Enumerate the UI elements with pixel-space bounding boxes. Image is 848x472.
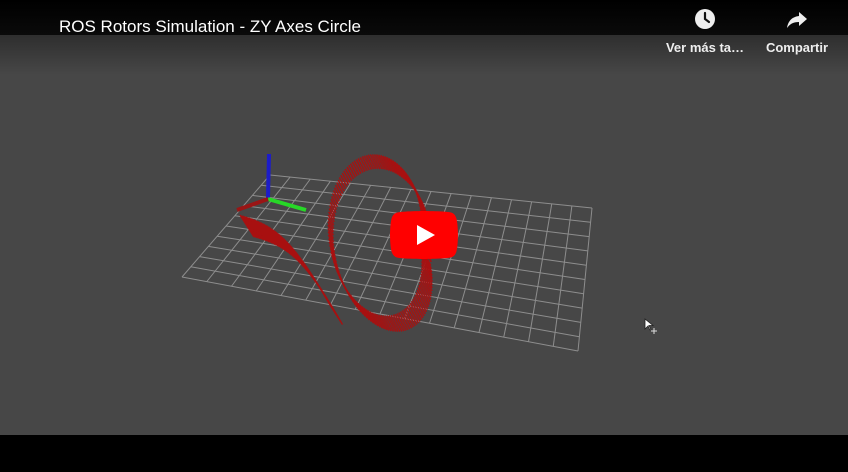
mouse-cursor-icon	[644, 318, 657, 334]
z-axis	[266, 153, 271, 199]
video-title[interactable]: ROS Rotors Simulation - ZY Axes Circle	[59, 17, 361, 37]
bottom-bar	[0, 435, 848, 472]
youtube-play-icon	[390, 211, 458, 259]
watch-later-button[interactable]: Ver más ta…	[660, 6, 750, 55]
share-label: Compartir	[765, 40, 829, 55]
share-arrow-icon	[787, 12, 807, 28]
y-axis	[267, 197, 307, 212]
play-button[interactable]	[390, 211, 458, 259]
video-player[interactable]: ROS Rotors Simulation - ZY Axes Circle V…	[0, 0, 848, 472]
share-button[interactable]: Compartir	[752, 6, 842, 55]
clock-icon	[695, 9, 715, 29]
watch-later-label: Ver más ta…	[665, 40, 745, 55]
